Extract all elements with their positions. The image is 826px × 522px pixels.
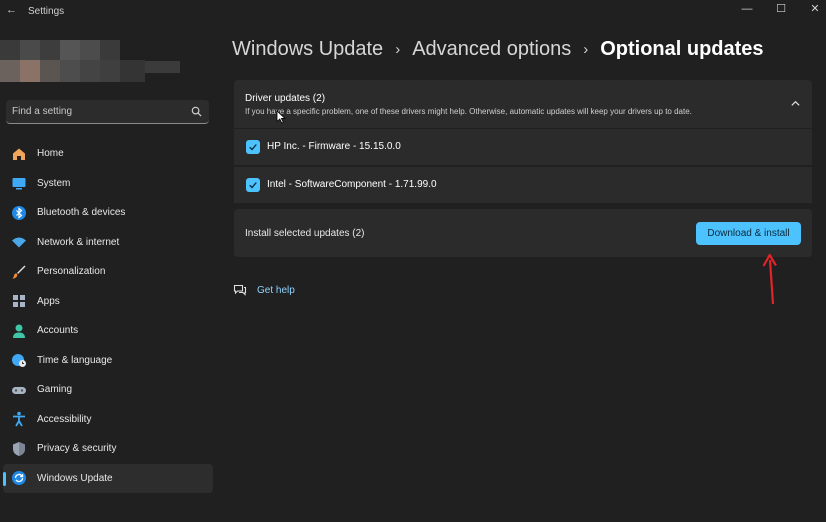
chevron-up-icon[interactable] xyxy=(790,98,801,109)
sidebar-item-gaming[interactable]: Gaming xyxy=(3,375,213,405)
search-input[interactable] xyxy=(12,100,182,123)
maximize-button[interactable]: ☐ xyxy=(766,1,796,17)
bluetooth-icon xyxy=(11,205,27,221)
sidebar-item-personalization[interactable]: Personalization xyxy=(3,257,213,287)
gamepad-icon xyxy=(11,382,27,398)
globe-clock-icon xyxy=(11,352,27,368)
sidebar-item-label: Gaming xyxy=(37,384,73,396)
driver-item[interactable]: HP Inc. - Firmware - 15.15.0.0 xyxy=(234,129,812,165)
shield-icon xyxy=(11,441,27,457)
title-bar: ← Settings — ☐ ✕ xyxy=(0,0,826,22)
sidebar-item-home[interactable]: Home xyxy=(3,139,213,169)
system-icon xyxy=(11,175,27,191)
sidebar-item-time-language[interactable]: Time & language xyxy=(3,346,213,376)
app-title: Settings xyxy=(28,6,65,17)
checkmark-icon xyxy=(249,182,257,189)
annotation-arrow-icon xyxy=(762,253,777,305)
download-install-button[interactable]: Download & install xyxy=(696,222,801,245)
network-icon xyxy=(11,234,27,250)
search-icon[interactable] xyxy=(191,106,202,117)
sidebar-item-bluetooth[interactable]: Bluetooth & devices xyxy=(3,198,213,228)
sidebar-item-label: Accounts xyxy=(37,325,79,337)
back-button[interactable]: ← xyxy=(6,4,17,16)
driver-updates-header[interactable]: Driver updates (2) If you have a specifi… xyxy=(234,80,812,128)
sidebar-item-label: Privacy & security xyxy=(37,443,117,455)
driver-label: Intel - SoftwareComponent - 1.71.99.0 xyxy=(267,179,437,190)
sidebar-item-network[interactable]: Network & internet xyxy=(3,228,213,258)
brush-icon xyxy=(11,264,27,280)
breadcrumb-advanced-options[interactable]: Advanced options xyxy=(412,38,571,61)
driver-item[interactable]: Intel - SoftwareComponent - 1.71.99.0 xyxy=(234,167,812,203)
sidebar-item-label: Apps xyxy=(37,295,60,307)
install-selected-label: Install selected updates (2) xyxy=(245,228,365,239)
home-icon xyxy=(11,146,27,162)
sidebar-item-label: Home xyxy=(37,148,64,160)
breadcrumb: Windows Update › Advanced options › Opti… xyxy=(232,38,764,61)
sidebar-item-privacy-security[interactable]: Privacy & security xyxy=(3,434,213,464)
page-title: Optional updates xyxy=(600,38,764,60)
sidebar-item-label: Network & internet xyxy=(37,236,120,248)
update-icon xyxy=(11,470,27,486)
driver-checkbox[interactable] xyxy=(246,178,260,192)
driver-updates-title: Driver updates (2) xyxy=(245,93,326,104)
accounts-icon xyxy=(11,323,27,339)
get-help[interactable]: Get help xyxy=(233,283,295,297)
breadcrumb-separator: › xyxy=(583,41,589,58)
sidebar-item-label: Personalization xyxy=(37,266,106,278)
profile-avatar-blurred[interactable] xyxy=(0,40,190,84)
accessibility-icon xyxy=(11,411,27,427)
sidebar-item-apps[interactable]: Apps xyxy=(3,287,213,317)
close-button[interactable]: ✕ xyxy=(800,1,826,17)
checkmark-icon xyxy=(249,144,257,151)
driver-updates-description: If you have a specific problem, one of t… xyxy=(245,107,692,116)
sidebar-item-label: Accessibility xyxy=(37,413,92,425)
driver-checkbox[interactable] xyxy=(246,140,260,154)
sidebar-item-label: Time & language xyxy=(37,354,113,366)
sidebar-item-label: System xyxy=(37,177,71,189)
breadcrumb-windows-update[interactable]: Windows Update xyxy=(232,38,383,61)
sidebar-item-accounts[interactable]: Accounts xyxy=(3,316,213,346)
install-selected-row: Install selected updates (2) Download & … xyxy=(234,209,812,257)
mouse-cursor-icon xyxy=(276,110,286,124)
sidebar-item-label: Bluetooth & devices xyxy=(37,207,126,219)
apps-icon xyxy=(11,293,27,309)
sidebar-item-windows-update[interactable]: Windows Update xyxy=(3,463,213,493)
help-chat-icon xyxy=(233,284,247,296)
sidebar-item-label: Windows Update xyxy=(37,472,113,484)
sidebar-nav: Home System Bluetooth & devices Network … xyxy=(0,139,215,493)
search-box[interactable] xyxy=(6,100,209,124)
driver-label: HP Inc. - Firmware - 15.15.0.0 xyxy=(267,141,401,152)
breadcrumb-separator: › xyxy=(395,41,401,58)
minimize-button[interactable]: — xyxy=(732,1,762,17)
sidebar-item-accessibility[interactable]: Accessibility xyxy=(3,405,213,435)
get-help-link[interactable]: Get help xyxy=(257,285,295,296)
sidebar-item-system[interactable]: System xyxy=(3,169,213,199)
